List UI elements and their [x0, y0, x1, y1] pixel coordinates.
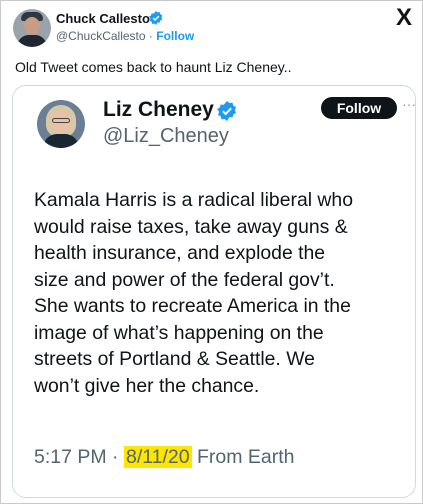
verified-badge-icon: [149, 11, 163, 25]
author-name[interactable]: Chuck Callesto: [56, 11, 150, 26]
embedded-tweet-image[interactable]: Liz Cheney @Liz_Cheney Follow ··· Kamala…: [12, 85, 416, 498]
body-line: won’t give her the chance.: [34, 374, 260, 397]
embedded-author-name: Liz Cheney: [103, 98, 214, 121]
body-line: Kamala Harris is a radical liberal who: [34, 189, 353, 211]
tweet-time: 5:17 PM: [34, 446, 107, 468]
body-line: streets of Portland & Seattle. We: [34, 348, 315, 370]
body-line: would raise taxes, take away guns &: [34, 215, 348, 238]
embedded-follow-button: Follow: [321, 97, 397, 119]
verified-badge-icon: [217, 101, 236, 121]
separator-dot: ·: [145, 29, 157, 43]
body-line: She wants to recreate America in the: [34, 295, 351, 317]
embedded-author-handle: @Liz_Cheney: [103, 125, 229, 147]
follow-button[interactable]: Follow: [156, 29, 194, 43]
separator-dot: ·: [106, 446, 124, 468]
more-options-icon: ···: [402, 96, 416, 112]
body-line: image of what’s happening on the: [34, 321, 324, 344]
tweet-source: From Earth: [191, 446, 295, 468]
author-handle[interactable]: @ChuckCallesto: [56, 29, 146, 43]
body-line: health insurance, and explode the: [34, 242, 326, 264]
embedded-tweet-meta: 5:17 PM · 8/11/20 From Earth: [34, 446, 295, 469]
x-logo-icon[interactable]: X: [396, 6, 412, 30]
author-handle-row: @ChuckCallesto · Follow: [56, 29, 194, 43]
avatar[interactable]: [13, 9, 51, 47]
embedded-avatar: [37, 100, 85, 148]
tweet-date-highlighted: 8/11/20: [123, 446, 192, 468]
body-line: size and power of the federal gov’t.: [34, 268, 335, 291]
tweet-text: Old Tweet comes back to haunt Liz Cheney…: [15, 59, 292, 75]
embedded-tweet-body: Kamala Harris is a radical liberal who w…: [34, 187, 415, 399]
